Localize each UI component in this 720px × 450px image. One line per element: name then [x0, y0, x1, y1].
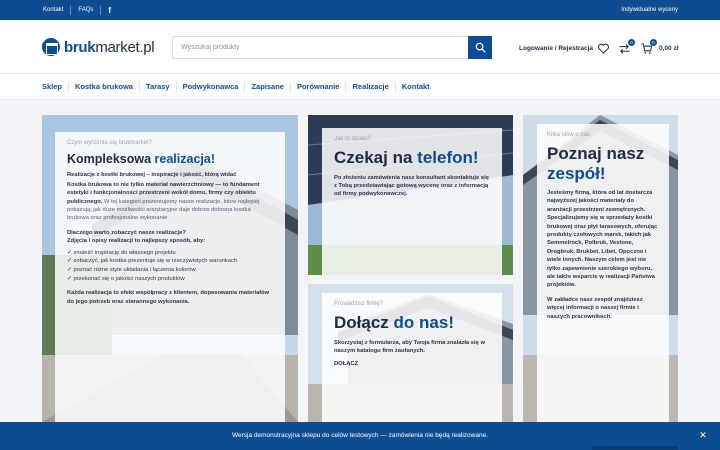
card-text-panel: Jak to działa? Czekaj na telefon! Po zło…: [322, 128, 502, 275]
card-title-highlight: zespół!: [547, 163, 606, 183]
card-eyebrow: Kilka słów o nas: [547, 132, 591, 138]
nav-item-kostka-brukowa[interactable]: Kostka brukowa: [68, 82, 139, 92]
cart-total[interactable]: 0,00 zł: [659, 43, 679, 55]
list-item: ✓ poznać różne style układania i łączeni…: [67, 266, 196, 273]
card-title: Czekaj na telefon!: [334, 148, 490, 168]
close-icon[interactable]: ✕: [698, 430, 708, 440]
card-body: Po złożeniu zamówienia nasz konsultant s…: [334, 174, 489, 198]
top-bar-links: Kontakt FAQs f: [43, 0, 111, 20]
card-intro: Realizacje z kostki brukowej – inspiracj…: [67, 172, 237, 179]
card-question-sub: Zdjęcia i opisy realizacji to najlepszy …: [67, 238, 206, 245]
card-zespol[interactable]: Kilka słów o nas Poznaj nasz zespół! Jes…: [523, 115, 678, 422]
card-title-highlight: do nas!: [393, 313, 454, 332]
benefits-list: ✓ znaleźć inspirację do własnego projekt…: [67, 249, 273, 284]
card-text-panel: Kilka słów o nas Poznaj nasz zespół! Jes…: [537, 124, 669, 422]
logo-text-bold: bruk: [64, 38, 96, 56]
card-title: Dołącz do nas!: [334, 313, 490, 333]
nav-item-zapisane[interactable]: Zapisane: [244, 82, 290, 92]
card-title-text: Kompleksowa: [67, 152, 155, 166]
search-box: [172, 36, 492, 59]
logo-text-rest: market.pl: [95, 38, 155, 56]
nav-item-realizacje[interactable]: Realizacje: [345, 82, 394, 92]
card-realizacje[interactable]: Czym wyróżnia się brukmarket? Kompleksow…: [42, 115, 298, 422]
join-link[interactable]: DOŁĄCZ: [334, 361, 490, 367]
nav-item-sklep[interactable]: Sklep: [42, 82, 68, 92]
site-logo[interactable]: brukmarket.pl: [42, 36, 155, 58]
demo-notice-text: Wersja demonstracyjna sklepu do celów te…: [231, 432, 489, 439]
card-closing: Każda realizacja to efekt współpracy z k…: [67, 290, 269, 305]
card-title: Kompleksowa realizacja!: [67, 152, 273, 166]
search-button[interactable]: [468, 36, 492, 59]
card-eyebrow: Czym wyróżnia się brukmarket?: [67, 140, 153, 146]
card-telefon[interactable]: Jak to działa? Czekaj na telefon! Po zło…: [308, 115, 513, 275]
nav-item-kontakt[interactable]: Kontakt: [394, 82, 436, 92]
cart-button[interactable]: 0: [640, 39, 657, 55]
content-area: Czym wyróżnia się brukmarket? Kompleksow…: [0, 100, 720, 422]
demo-notice-bar: Wersja demonstracyjna sklepu do celów te…: [0, 422, 720, 450]
list-item: ✓ znaleźć inspirację do własnego projekt…: [67, 249, 176, 256]
nav-item-podwykonawca[interactable]: Podwykonawca: [175, 82, 245, 92]
top-link-faqs[interactable]: FAQs: [78, 7, 93, 13]
top-link-divider: [100, 5, 102, 15]
card-eyebrow: Jak to działa?: [334, 136, 371, 142]
top-link-indywidualne-wyceny[interactable]: Indywidualne wyceny: [621, 7, 678, 13]
top-link-kontakt[interactable]: Kontakt: [43, 7, 63, 13]
list-item: ✓ przekonać się o jakości naszych produk…: [67, 275, 185, 282]
card-body-secondary: W zakładce nasz zespół znajdziesz więcej…: [547, 296, 643, 320]
card-title-text: Dołącz: [334, 313, 394, 332]
site-header: brukmarket.pl Logowanie / Rejestracja 0 …: [0, 20, 720, 74]
heart-icon: [598, 43, 609, 54]
top-link-divider: [70, 5, 72, 15]
card-title-highlight: realizacja!: [154, 152, 215, 166]
list-item: ✓ zobaczyć, jak kostka prezentuje się w …: [67, 258, 238, 265]
top-bar: Kontakt FAQs f Indywidualne wyceny: [0, 0, 720, 20]
wishlist-button[interactable]: [597, 42, 610, 55]
card-eyebrow: Prowadzisz firmę?: [334, 301, 384, 307]
card-body: Jesteśmy firmą, która od lat dostarcza n…: [547, 190, 658, 289]
card-question: Dlaczego warto zobaczyć nasze realizacje…: [67, 229, 186, 236]
compare-button[interactable]: 0: [618, 39, 635, 55]
login-register-link[interactable]: Logowanie / Rejestracja: [519, 43, 593, 55]
facebook-icon[interactable]: f: [108, 6, 111, 15]
notice-accept-button[interactable]: [592, 446, 678, 450]
search-input[interactable]: [173, 37, 469, 58]
card-title-text: Czekaj na: [334, 148, 418, 167]
card-title-text: Poznaj nasz: [547, 144, 645, 163]
compare-count-badge: 0: [628, 39, 635, 46]
card-text-panel: Prowadzisz firmę? Dołącz do nas! Skorzys…: [322, 293, 502, 422]
nav-item-porownanie[interactable]: Porównanie: [289, 82, 346, 92]
card-text-panel: Czym wyróżnia się brukmarket? Kompleksow…: [55, 132, 285, 422]
card-body: Skorzystaj z formularza, aby Twoja firma…: [334, 339, 485, 354]
card-title: Poznaj nasz zespół!: [547, 144, 659, 183]
card-dolacz[interactable]: Prowadzisz firmę? Dołącz do nas! Skorzys…: [308, 284, 513, 422]
cart-count-badge: 0: [650, 39, 657, 46]
card-title-highlight: telefon!: [417, 148, 479, 167]
main-navigation: Sklep Kostka brukowa Tarasy Podwykonawca…: [0, 74, 720, 100]
search-icon: [475, 42, 485, 53]
logo-mark-icon: [42, 38, 60, 56]
nav-item-tarasy[interactable]: Tarasy: [138, 82, 176, 92]
